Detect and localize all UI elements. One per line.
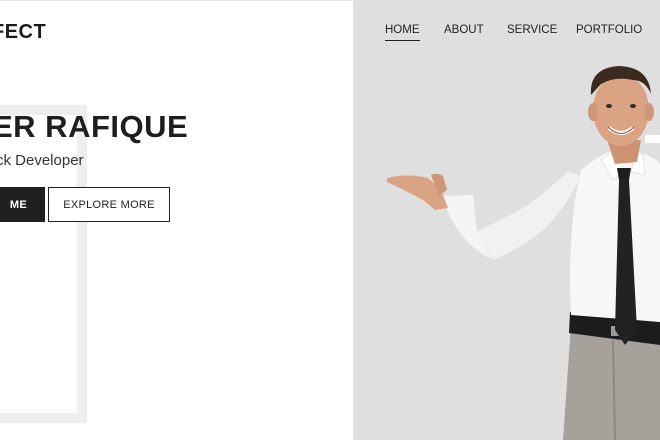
hero-image-panel: HOME ABOUT SERVICE PORTFOLIO: [353, 0, 660, 440]
left-panel: FECT ER RAFIQUE ck Developer ME EXPLORE …: [0, 0, 353, 440]
businessman-photo: [387, 66, 660, 440]
nav-item-home[interactable]: HOME: [385, 24, 420, 41]
nav-item-service[interactable]: SERVICE: [507, 24, 557, 36]
nav-item-about[interactable]: ABOUT: [444, 24, 484, 36]
site-logo[interactable]: FECT: [0, 21, 46, 44]
explore-more-button[interactable]: EXPLORE MORE: [48, 187, 170, 222]
hire-me-button[interactable]: ME: [0, 187, 45, 222]
hero-name: ER RAFIQUE: [0, 109, 189, 144]
hero-role: ck Developer: [0, 152, 84, 169]
nav-item-portfolio[interactable]: PORTFOLIO: [576, 24, 642, 36]
